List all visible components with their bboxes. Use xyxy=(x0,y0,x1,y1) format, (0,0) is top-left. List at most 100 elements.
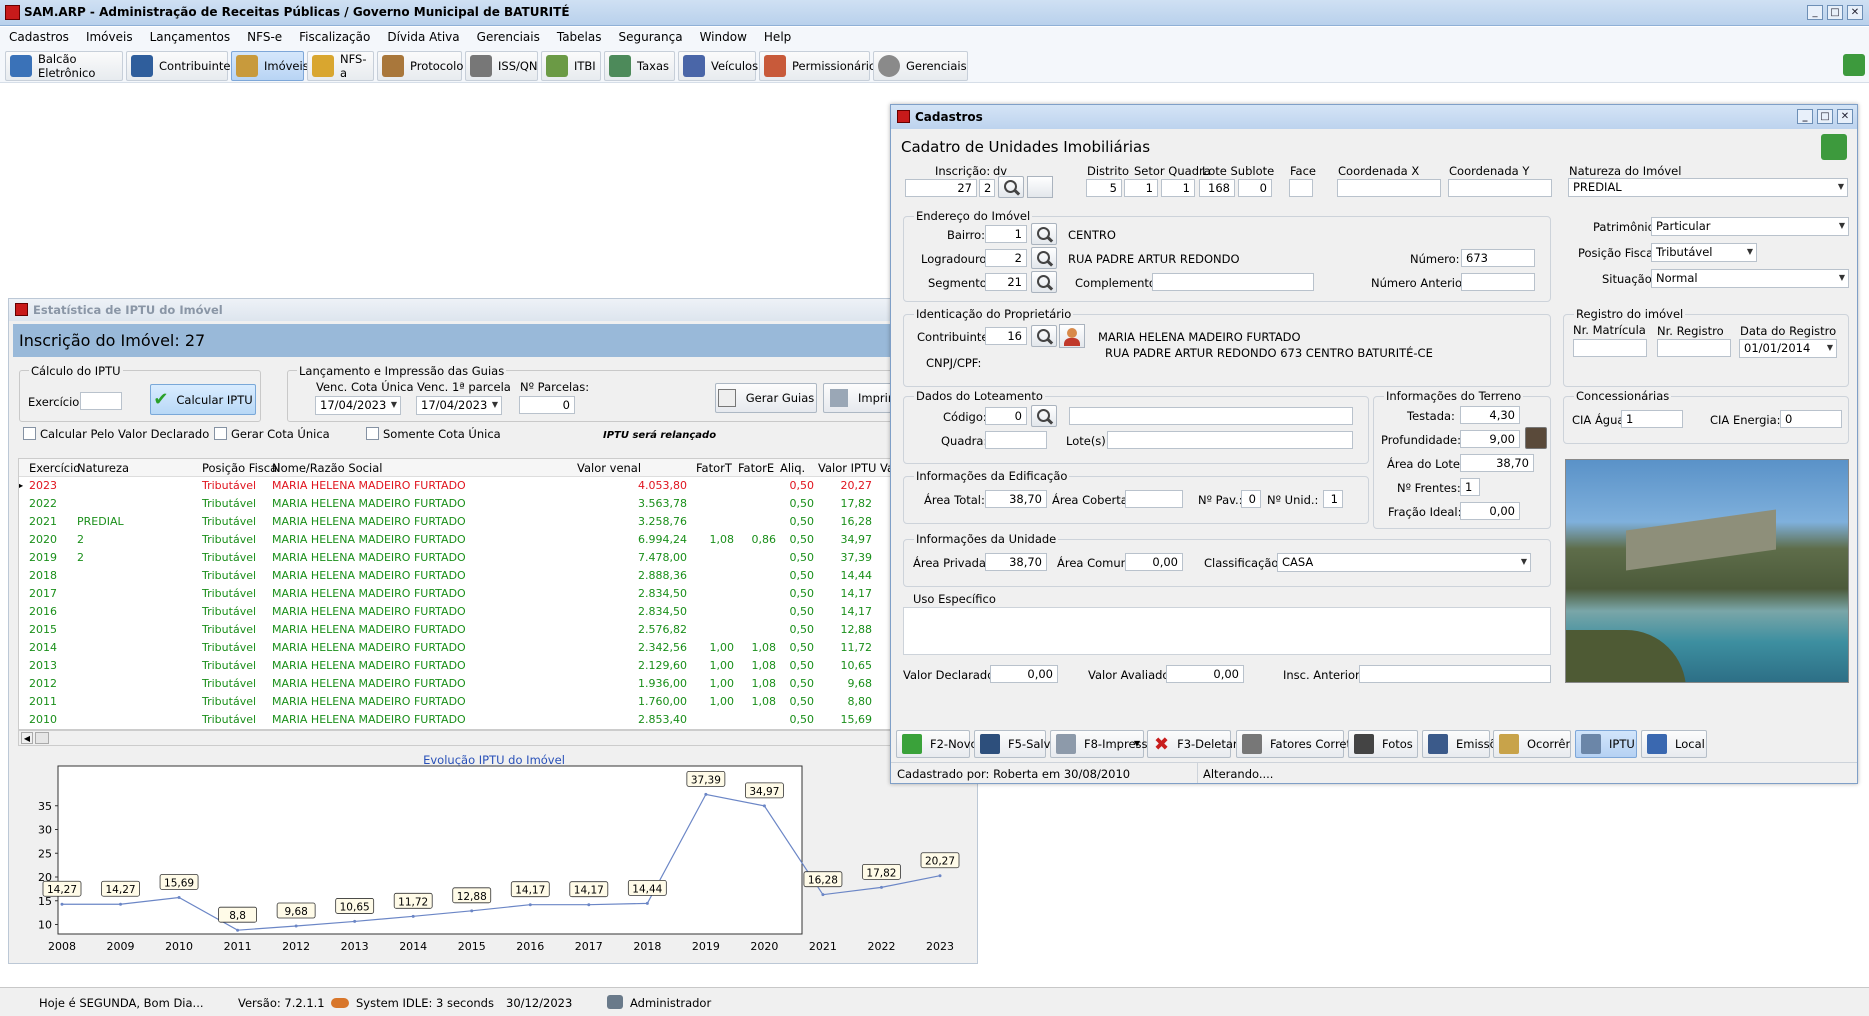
chevron-down-icon[interactable]: ▼ xyxy=(1134,739,1140,748)
toolbar-nfsa[interactable]: NFS-a xyxy=(307,51,374,81)
area-comum-input[interactable]: 0,00 xyxy=(1125,553,1183,571)
logradouro-input[interactable]: 2 xyxy=(985,249,1027,267)
table-row[interactable]: 2018 Tributável MARIA HELENA MADEIRO FURTA… xyxy=(19,567,969,585)
classificacao-select[interactable]: CASA xyxy=(1277,553,1531,572)
data-registro-picker[interactable]: 01/01/2014 xyxy=(1739,339,1837,358)
numero-anterior-input[interactable] xyxy=(1461,273,1535,291)
numero-input[interactable]: 673 xyxy=(1461,249,1535,267)
table-row[interactable]: 2014 Tributável MARIA HELENA MADEIRO FURTA… xyxy=(19,639,969,657)
scroll-thumb[interactable] xyxy=(35,732,49,744)
col-valor-venal[interactable]: Valor venal xyxy=(577,461,641,475)
venc-unica-picker[interactable]: 17/04/2023 xyxy=(315,396,401,415)
table-row[interactable]: 2013 Tributável MARIA HELENA MADEIRO FURTA… xyxy=(19,657,969,675)
sublote-input[interactable]: 0 xyxy=(1238,179,1272,197)
npav-input[interactable]: 0 xyxy=(1241,490,1261,508)
natureza-select[interactable]: PREDIAL xyxy=(1568,178,1848,197)
toolbar-balcao-eletronico[interactable]: Balcão Eletrônico xyxy=(5,51,123,81)
lotes-input[interactable] xyxy=(1107,431,1353,449)
insc-anterior-input[interactable] xyxy=(1359,665,1551,683)
toolbar-gerenciais[interactable]: Gerenciais xyxy=(873,51,968,81)
exit-icon[interactable] xyxy=(1821,134,1847,160)
fracao-input[interactable]: 0,00 xyxy=(1460,502,1520,520)
face-input[interactable] xyxy=(1289,179,1313,197)
quadra-input[interactable]: 1 xyxy=(1161,179,1195,197)
search-icon[interactable] xyxy=(1031,223,1057,245)
menu-nfse[interactable]: NFS-e xyxy=(238,27,290,44)
valor-avaliado-input[interactable]: 0,00 xyxy=(1166,665,1244,683)
person-icon[interactable] xyxy=(1059,324,1085,348)
table-row[interactable]: ▶ 2023 Tributável MARIA HELENA MADEIRO FURT… xyxy=(19,477,969,495)
col-posicao[interactable]: Posição Fiscal xyxy=(202,461,280,475)
col-fatore[interactable]: FatorE xyxy=(738,461,774,475)
emissoes-button[interactable]: Emissões xyxy=(1422,730,1510,758)
table-row[interactable]: 2015 Tributável MARIA HELENA MADEIRO FURTA… xyxy=(19,621,969,639)
table-row[interactable]: 2021 PREDIAL Tributável MARIA HELENA MADEIR… xyxy=(19,513,969,531)
scroll-left-icon[interactable]: ◀ xyxy=(21,732,33,744)
menu-divida-ativa[interactable]: Dívida Ativa xyxy=(378,27,467,44)
cia-energia-input[interactable]: 0 xyxy=(1780,410,1842,428)
toolbar-protocolo[interactable]: Protocolo xyxy=(377,51,463,81)
nregistro-input[interactable] xyxy=(1657,339,1731,357)
contribuinte-input[interactable]: 16 xyxy=(985,327,1027,345)
loteamento-name-input[interactable] xyxy=(1069,407,1353,425)
bairro-input[interactable]: 1 xyxy=(985,225,1027,243)
search-icon[interactable] xyxy=(1031,325,1057,347)
col-aliq[interactable]: Aliq. xyxy=(780,461,805,475)
cad-close-button[interactable]: ✕ xyxy=(1837,109,1853,124)
search-icon[interactable] xyxy=(1031,405,1057,427)
area-privada-input[interactable]: 38,70 xyxy=(985,553,1047,571)
complemento-input[interactable] xyxy=(1152,273,1314,291)
inscricao-input[interactable]: 27 xyxy=(905,179,977,197)
deletar-button[interactable]: ✖ F3-Deletar xyxy=(1147,730,1238,758)
menu-gerenciais[interactable]: Gerenciais xyxy=(468,27,548,44)
exercicio-input[interactable] xyxy=(80,392,122,410)
search-icon[interactable] xyxy=(1031,271,1057,293)
testada-input[interactable]: 4,30 xyxy=(1460,406,1520,424)
lote-input[interactable]: 168 xyxy=(1199,179,1235,197)
copy-icon[interactable] xyxy=(1027,176,1053,198)
search-icon[interactable] xyxy=(1031,247,1057,269)
matricula-input[interactable] xyxy=(1573,339,1647,357)
menu-tabelas[interactable]: Tabelas xyxy=(548,27,610,44)
menu-seguranca[interactable]: Segurança xyxy=(610,27,691,44)
table-row[interactable]: 2020 2 Tributável MARIA HELENA MADEIRO FURT… xyxy=(19,531,969,549)
posicao-fiscal-select[interactable]: Tributável xyxy=(1651,243,1757,262)
col-valor-iptu[interactable]: Valor IPTU xyxy=(818,461,876,475)
patrimonio-select[interactable]: Particular xyxy=(1651,217,1849,236)
uso-especifico-textarea[interactable] xyxy=(903,607,1551,655)
table-row[interactable]: 2017 Tributável MARIA HELENA MADEIRO FURTA… xyxy=(19,585,969,603)
table-row[interactable]: 2019 2 Tributável MARIA HELENA MADEIRO FURT… xyxy=(19,549,969,567)
impressao-button[interactable]: F8-Impressão ▼ xyxy=(1050,730,1162,758)
somente-cota-checkbox[interactable] xyxy=(366,427,379,440)
codigo-input[interactable]: 0 xyxy=(985,407,1027,425)
col-natureza[interactable]: Natureza xyxy=(77,461,129,475)
fatores-corretivos-button[interactable]: Fatores Corretivos xyxy=(1236,730,1374,758)
col-fatort[interactable]: FatorT xyxy=(696,461,732,475)
frentes-input[interactable]: 1 xyxy=(1460,478,1480,496)
table-row[interactable]: 2016 Tributável MARIA HELENA MADEIRO FURTA… xyxy=(19,603,969,621)
valor-declarado-checkbox[interactable] xyxy=(23,427,36,440)
gerar-cota-checkbox[interactable] xyxy=(214,427,227,440)
valor-declarado-input[interactable]: 0,00 xyxy=(990,665,1058,683)
setor-input[interactable]: 1 xyxy=(1124,179,1158,197)
local-button[interactable]: Local xyxy=(1641,730,1707,758)
area-total-input[interactable]: 38,70 xyxy=(985,490,1047,508)
close-button[interactable]: ✕ xyxy=(1847,5,1863,20)
toolbar-itbi[interactable]: ITBI xyxy=(541,51,601,81)
maximize-button[interactable]: □ xyxy=(1827,5,1843,20)
table-row[interactable]: 2010 Tributável MARIA HELENA MADEIRO FURTA… xyxy=(19,711,969,729)
minimize-button[interactable]: _ xyxy=(1807,5,1823,20)
toolbar-permissionarios[interactable]: Permissionários xyxy=(759,51,882,81)
nunid-input[interactable]: 1 xyxy=(1323,490,1343,508)
loteamento-quadra-input[interactable] xyxy=(985,431,1047,449)
calculator-icon[interactable] xyxy=(1525,427,1547,449)
grid-hscrollbar[interactable]: ◀ xyxy=(18,730,970,746)
toolbar-iss-qn[interactable]: ISS/QN xyxy=(465,51,538,81)
col-exercicio[interactable]: Exercício xyxy=(29,461,80,475)
menu-lancamentos[interactable]: Lançamentos xyxy=(141,27,239,44)
iptu-button[interactable]: IPTU xyxy=(1575,730,1637,758)
menu-window[interactable]: Window xyxy=(691,27,755,44)
calc-iptu-button[interactable]: ✔ Calcular IPTU xyxy=(150,384,256,415)
table-row[interactable]: 2012 Tributável MARIA HELENA MADEIRO FURTA… xyxy=(19,675,969,693)
iptu-grid[interactable]: Exercício Natureza Posição Fiscal Nome/R… xyxy=(18,458,970,730)
